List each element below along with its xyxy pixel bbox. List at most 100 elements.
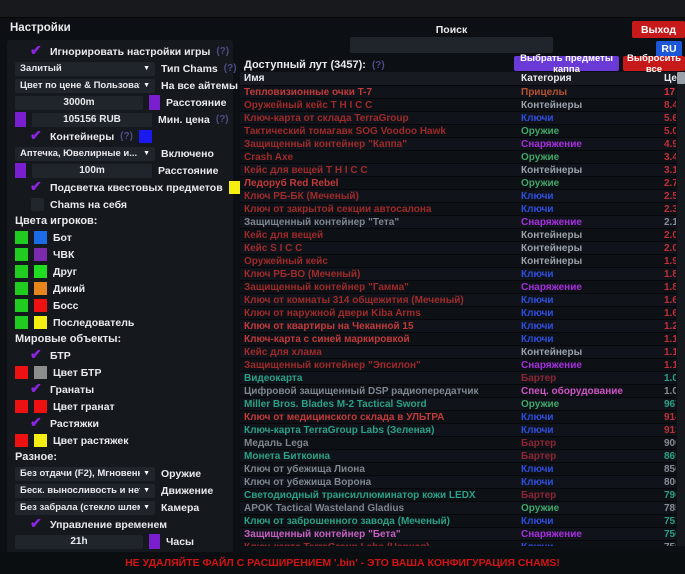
table-row[interactable]: Ключ от комнаты 314 общежития (Меченый)К…	[240, 294, 676, 307]
player-color-swatch[interactable]	[34, 282, 47, 295]
item-category: Контейнеры	[521, 347, 664, 358]
discard-all-button[interactable]: Выбросить все	[623, 56, 685, 71]
scrollbar-thumb[interactable]	[677, 72, 685, 84]
table-row[interactable]: Кейс для вещейКонтейнеры2.08kk	[240, 229, 676, 242]
table-row[interactable]: Ключ-карта от склада TerraGroupКлючи5.63…	[240, 112, 676, 125]
exit-button[interactable]: Выход	[632, 21, 685, 38]
player-visible-color-swatch[interactable]	[15, 265, 28, 278]
table-row[interactable]: Ледоруб Red RebelОружие2.75kk	[240, 177, 676, 190]
grenade-color-swatch[interactable]	[34, 400, 47, 413]
table-row[interactable]: Ключ РБ-ВО (Меченый)Ключи1.85kk	[240, 268, 676, 281]
table-row[interactable]: Ключ от убежища ВоронаКлючи800.0k	[240, 476, 676, 489]
player-visible-color-swatch[interactable]	[15, 231, 28, 244]
table-row[interactable]: Ключ-карта с синей маркировкойКлючи1.17k…	[240, 333, 676, 346]
column-name[interactable]: Имя	[240, 73, 521, 84]
chevron-down-icon: ▼	[143, 487, 150, 494]
table-row[interactable]: Медаль LegaБартер900.0k	[240, 437, 676, 450]
tripwire-visible-color-swatch[interactable]	[15, 434, 28, 447]
containers-color-swatch[interactable]	[139, 130, 152, 143]
player-color-swatch[interactable]	[34, 248, 47, 261]
table-row[interactable]: ВидеокартаБартер1.06kk	[240, 372, 676, 385]
table-row[interactable]: Ключ РБ-БК (Меченый)Ключи2.58kk	[240, 190, 676, 203]
table-row[interactable]: Защищенный контейнер "Тета"Снаряжение2.1…	[240, 216, 676, 229]
loot-distance-input[interactable]	[15, 96, 143, 110]
chams-type-dropdown[interactable]: Залитый ▼	[15, 62, 155, 76]
help-icon[interactable]: (?)	[372, 60, 385, 71]
player-visible-color-swatch[interactable]	[15, 282, 28, 295]
player-visible-color-swatch[interactable]	[15, 248, 28, 261]
item-name: Ключ от заброшенного завода (Меченый)	[240, 516, 521, 527]
table-row[interactable]: APOK Tactical Wasteland GladiusОружие785…	[240, 502, 676, 515]
ignore-game-settings-row: Игнорировать настройки игры (?)	[7, 43, 233, 60]
item-name: Кейс для вещей T H I C C	[240, 165, 521, 176]
loot-distance-color-swatch[interactable]	[149, 95, 160, 110]
grenades-checkbox[interactable]	[31, 383, 44, 396]
player-color-swatch[interactable]	[34, 231, 47, 244]
hours-color-swatch[interactable]	[149, 534, 160, 549]
player-visible-color-swatch[interactable]	[15, 299, 28, 312]
player-color-swatch[interactable]	[34, 316, 47, 329]
table-row[interactable]: Защищенный контейнер "Каппа"Снаряжение4.…	[240, 138, 676, 151]
table-row[interactable]: Ключ от заброшенного завода (Меченый)Клю…	[240, 515, 676, 528]
item-price: 850.0k	[664, 464, 676, 475]
table-row[interactable]: Кейс для хламаКонтейнеры1.11kk	[240, 346, 676, 359]
player-color-label: Друг	[53, 266, 77, 278]
item-price: 17.33kk	[664, 87, 676, 98]
search-input[interactable]	[350, 37, 553, 53]
time-control-checkbox[interactable]	[31, 518, 44, 531]
table-row[interactable]: Светодиодный трансиллюминатор кожи LEDXБ…	[240, 489, 676, 502]
btr-checkbox[interactable]	[31, 349, 44, 362]
movement-dropdown[interactable]: Беск. выносливость и нет уста ▼	[15, 484, 155, 498]
table-row[interactable]: Монета БиткоинаБартер869.6k	[240, 450, 676, 463]
table-row[interactable]: Цифровой защищенный DSP радиопередатчикС…	[240, 385, 676, 398]
table-row[interactable]: Ключ-карта TerraGroup Labs (Черная)Ключи…	[240, 541, 676, 546]
table-row[interactable]: Crash AxeОружие3.40kk	[240, 151, 676, 164]
help-icon[interactable]: (?)	[216, 46, 229, 57]
player-visible-color-swatch[interactable]	[15, 316, 28, 329]
select-kappa-items-button[interactable]: Выбрать предметы каппа	[514, 56, 619, 71]
table-row[interactable]: Тактический томагавк SOG Voodoo HawkОруж…	[240, 125, 676, 138]
table-row[interactable]: Защищенный контейнер "Эпсилон"Снаряжение…	[240, 359, 676, 372]
weapon-dropdown[interactable]: Без отдачи (F2), Мгновенное п ▼	[15, 467, 155, 481]
apply-mode-dropdown[interactable]: Цвет по цене & Пользователь ▼	[15, 79, 155, 93]
player-color-swatch[interactable]	[34, 265, 47, 278]
min-price-input[interactable]	[32, 113, 152, 127]
table-row[interactable]: Ключ от квартиры на Чеканной 15Ключи1.29…	[240, 320, 676, 333]
grenade-visible-color-swatch[interactable]	[15, 400, 28, 413]
table-row[interactable]: Оружейный кейсКонтейнеры1.95kk	[240, 255, 676, 268]
item-name: Кейс S I C C	[240, 243, 521, 254]
item-price: 2.75kk	[664, 178, 676, 189]
table-row[interactable]: Тепловизионные очки T-7Прицелы17.33kk	[240, 86, 676, 99]
scrollbar-track[interactable]	[677, 72, 685, 546]
chams-self-checkbox[interactable]	[31, 198, 44, 211]
tripwires-checkbox[interactable]	[31, 417, 44, 430]
tripwire-color-swatch[interactable]	[34, 434, 47, 447]
table-row[interactable]: Оружейный кейс T H I C CКонтейнеры8.48kk	[240, 99, 676, 112]
table-row[interactable]: Miller Bros. Blades M-2 Tactical SwordОр…	[240, 398, 676, 411]
table-row[interactable]: Ключ-карта TerraGroup Labs (Зеленая)Ключ…	[240, 424, 676, 437]
table-row[interactable]: Защищенный контейнер "Гамма"Снаряжение1.…	[240, 281, 676, 294]
ignore-game-settings-checkbox[interactable]	[31, 45, 44, 58]
table-row[interactable]: Кейс S I C CКонтейнеры2.05kk	[240, 242, 676, 255]
help-icon[interactable]: (?)	[216, 114, 229, 125]
containers-distance-input[interactable]	[32, 164, 152, 178]
camera-dropdown[interactable]: Без забрала (стекло шлема) ▼	[15, 501, 155, 515]
min-price-color-swatch[interactable]	[15, 112, 26, 127]
help-icon[interactable]: (?)	[224, 63, 237, 74]
table-row[interactable]: Ключ от наружной двери Kiba ArmsКлючи1.6…	[240, 307, 676, 320]
hours-input[interactable]	[15, 535, 143, 549]
containers-filter-dropdown[interactable]: Аптечка, Ювелирные и... ▼	[15, 147, 155, 161]
containers-distance-color-swatch[interactable]	[15, 163, 26, 178]
table-row[interactable]: Ключ от убежища ЛионаКлючи850.0k	[240, 463, 676, 476]
quest-highlight-checkbox[interactable]	[31, 181, 44, 194]
table-row[interactable]: Ключ от медицинского склада в УЛЬТРАКлюч…	[240, 411, 676, 424]
player-color-swatch[interactable]	[34, 299, 47, 312]
column-category[interactable]: Категория	[521, 73, 664, 84]
table-row[interactable]: Защищенный контейнер "Бета"Снаряжение750…	[240, 528, 676, 541]
containers-checkbox[interactable]	[31, 130, 44, 143]
help-icon[interactable]: (?)	[120, 131, 133, 142]
table-row[interactable]: Кейс для вещей T H I C CКонтейнеры3.10kk	[240, 164, 676, 177]
btr-visible-color-swatch[interactable]	[15, 366, 28, 379]
table-row[interactable]: Ключ от закрытой секции автосалонаКлючи2…	[240, 203, 676, 216]
btr-color-swatch[interactable]	[34, 366, 47, 379]
